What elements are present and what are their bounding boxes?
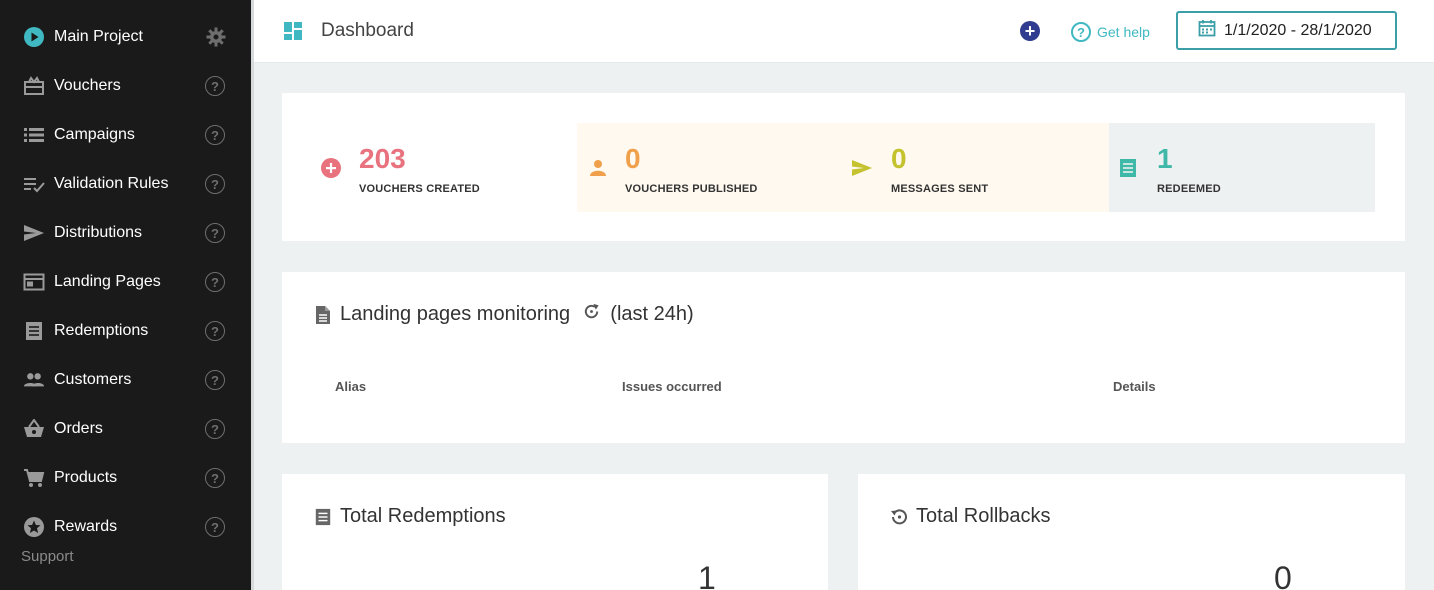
- sidebar-item-label: Rewards: [54, 518, 118, 535]
- basket-icon: [23, 418, 45, 440]
- page-title: Dashboard: [321, 20, 414, 41]
- receipt-icon: [1117, 157, 1139, 179]
- sidebar-item-distributions[interactable]: Distributions ?: [0, 213, 251, 253]
- cart-icon: [23, 467, 45, 489]
- total-rollbacks-title: Total Rollbacks: [916, 505, 1051, 527]
- play-circle-icon: [23, 26, 45, 48]
- monitoring-period: (last 24h): [610, 302, 694, 325]
- total-redemptions-card: Total Redemptions 1: [282, 474, 828, 590]
- sidebar: Main Project Vouchers ? Campaigns ? Vali…: [0, 0, 251, 590]
- help-icon[interactable]: ?: [205, 468, 225, 488]
- voucher-icon: [23, 75, 45, 97]
- date-range-picker[interactable]: 1/1/2020 - 28/1/2020: [1176, 11, 1397, 50]
- sidebar-item-label: Main Project: [54, 28, 143, 45]
- help-circle-icon: ?: [1071, 22, 1091, 42]
- stat-vouchers-created: 203 VOUCHERS CREATED: [282, 123, 577, 212]
- total-rollbacks-card: Total Rollbacks 0: [858, 474, 1405, 590]
- sidebar-item-label: Customers: [54, 371, 132, 388]
- column-header-issues[interactable]: Issues occurred: [622, 379, 722, 394]
- sidebar-item-label: Vouchers: [54, 77, 121, 94]
- sidebar-item-label: Campaigns: [54, 126, 135, 143]
- top-header: Dashboard + ? Get help 1/1/2020 - 28/1/2…: [254, 0, 1434, 63]
- get-help-link[interactable]: ? Get help: [1071, 21, 1150, 43]
- send-icon: [851, 157, 873, 179]
- date-range-label: 1/1/2020 - 28/1/2020: [1224, 21, 1372, 39]
- add-button[interactable]: +: [1020, 21, 1040, 41]
- get-help-label: Get help: [1097, 24, 1150, 40]
- sidebar-divider: [251, 0, 254, 590]
- sidebar-item-validation-rules[interactable]: Validation Rules ?: [0, 164, 251, 204]
- sidebar-item-rewards[interactable]: Rewards ?: [0, 507, 251, 547]
- stat-caption: VOUCHERS PUBLISHED: [625, 183, 758, 195]
- help-icon[interactable]: ?: [205, 321, 225, 341]
- help-icon[interactable]: ?: [205, 76, 225, 96]
- sidebar-item-label: Redemptions: [54, 322, 149, 339]
- person-icon: [587, 157, 609, 179]
- monitoring-title-text: Landing pages monitoring: [340, 302, 571, 325]
- help-icon[interactable]: ?: [205, 223, 225, 243]
- stat-value: 1: [1157, 143, 1173, 174]
- sidebar-item-orders[interactable]: Orders ?: [0, 409, 251, 449]
- total-rollbacks-value: 0: [1274, 560, 1292, 590]
- dashboard-icon: [284, 22, 302, 40]
- total-redemptions-title: Total Redemptions: [340, 505, 506, 527]
- stat-vouchers-published: 0 VOUCHERS PUBLISHED: [577, 123, 843, 212]
- total-redemptions-value: 1: [698, 560, 716, 590]
- list-icon: [23, 124, 45, 146]
- receipt-icon: [23, 320, 45, 342]
- help-icon[interactable]: ?: [205, 174, 225, 194]
- sidebar-item-label: Products: [54, 469, 118, 486]
- sidebar-item-main-project[interactable]: Main Project: [0, 17, 251, 57]
- help-icon[interactable]: ?: [205, 272, 225, 292]
- stats-card: 203 VOUCHERS CREATED 0 VOUCHERS PUBLISHE…: [282, 93, 1405, 241]
- stat-redeemed: 1 REDEEMED: [1109, 123, 1375, 212]
- send-icon: [23, 222, 45, 244]
- checklist-icon: [23, 173, 45, 195]
- plus-circle-icon: [320, 157, 342, 179]
- stat-caption: REDEEMED: [1157, 183, 1221, 195]
- receipt-icon: [314, 508, 332, 531]
- column-header-details[interactable]: Details: [1113, 379, 1156, 394]
- stat-value: 0: [625, 143, 641, 174]
- calendar-icon: [1198, 19, 1216, 42]
- web-page-icon: [23, 271, 45, 293]
- column-header-alias[interactable]: Alias: [335, 379, 366, 394]
- sidebar-item-customers[interactable]: Customers ?: [0, 360, 251, 400]
- people-icon: [23, 369, 45, 391]
- sidebar-item-label: Landing Pages: [54, 273, 161, 290]
- document-icon: [315, 305, 331, 330]
- support-link[interactable]: Support: [21, 548, 74, 565]
- star-icon: [23, 516, 45, 538]
- help-icon[interactable]: ?: [205, 370, 225, 390]
- help-icon[interactable]: ?: [205, 419, 225, 439]
- help-icon[interactable]: ?: [205, 517, 225, 537]
- sidebar-item-redemptions[interactable]: Redemptions ?: [0, 311, 251, 351]
- stat-caption: VOUCHERS CREATED: [359, 183, 480, 195]
- gear-icon[interactable]: [205, 26, 227, 48]
- landing-pages-monitoring-card: Landing pages monitoring (last 24h) Alia…: [282, 272, 1405, 443]
- sidebar-item-label: Orders: [54, 420, 103, 437]
- stat-value: 203: [359, 143, 406, 174]
- help-icon[interactable]: ?: [205, 125, 225, 145]
- stat-messages-sent: 0 MESSAGES SENT: [843, 123, 1109, 212]
- monitoring-title: Landing pages monitoring (last 24h): [340, 302, 694, 327]
- stat-value: 0: [891, 143, 907, 174]
- sidebar-item-label: Distributions: [54, 224, 143, 241]
- sidebar-item-products[interactable]: Products ?: [0, 458, 251, 498]
- sidebar-item-campaigns[interactable]: Campaigns ?: [0, 115, 251, 155]
- sidebar-item-vouchers[interactable]: Vouchers ?: [0, 66, 251, 106]
- history-icon: [889, 507, 909, 532]
- stat-caption: MESSAGES SENT: [891, 183, 989, 195]
- sidebar-item-landing-pages[interactable]: Landing Pages ?: [0, 262, 251, 302]
- refresh-icon[interactable]: [582, 302, 601, 327]
- sidebar-item-label: Validation Rules: [54, 175, 169, 192]
